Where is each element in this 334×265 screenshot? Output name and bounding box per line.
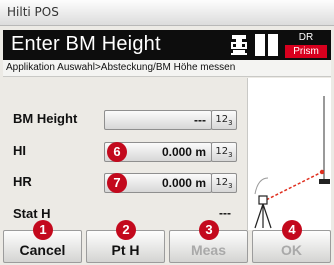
measure-line <box>261 171 323 203</box>
stat-h-label: Stat H <box>13 206 51 221</box>
measurement-graphic <box>247 78 331 230</box>
target-point <box>319 169 325 175</box>
screen-header: Enter BM Height DR Prism <box>3 30 331 60</box>
bm-height-label: BM Height <box>13 111 78 126</box>
callout-3: 3 <box>199 220 219 240</box>
tripod-leg-left <box>254 203 264 229</box>
stat-h-value: --- <box>219 206 231 220</box>
title-bar: Hilti POS <box>0 0 334 26</box>
mode-badge: DR Prism <box>285 32 327 58</box>
mode-prism-label: Prism <box>285 45 327 58</box>
mode-dr-label: DR <box>298 32 314 43</box>
tripod-leg-right <box>262 203 272 229</box>
callout-4: 4 <box>282 220 302 240</box>
callout-6: 6 <box>107 142 127 162</box>
callout-1: 1 <box>33 220 53 240</box>
app-name: Hilti POS <box>7 5 59 19</box>
pt-h-button[interactable]: 2 Pt H <box>86 220 165 263</box>
ok-button[interactable]: 4 OK <box>252 220 331 263</box>
pt-h-button-label: Pt H <box>111 242 140 258</box>
page-title: Enter BM Height <box>11 33 161 55</box>
cancel-button-label: Cancel <box>19 242 66 258</box>
hr-label: HR <box>13 174 32 189</box>
meas-button-label: Meas <box>190 242 227 258</box>
bm-height-field[interactable]: --- <box>104 110 212 130</box>
hi-value: 0.000 m <box>161 145 206 159</box>
hi-arc <box>254 177 269 195</box>
hi-keyboard-button[interactable]: 123 <box>211 142 237 162</box>
hr-keyboard-button[interactable]: 123 <box>211 173 237 193</box>
rod-base <box>319 179 330 184</box>
bm-height-value: --- <box>194 113 206 127</box>
bm-height-keyboard-button[interactable]: 123 <box>211 110 237 130</box>
device-screen: Hilti POS Enter BM Height DR Prism Appli… <box>0 0 334 265</box>
callout-7: 7 <box>107 173 127 193</box>
total-station-robot-icon <box>231 35 247 55</box>
instrument-diagram <box>254 96 330 229</box>
meas-button[interactable]: 3 Meas <box>169 220 248 263</box>
callout-2: 2 <box>116 220 136 240</box>
cancel-button[interactable]: 1 Cancel <box>3 220 82 263</box>
softkey-bar: 1 Cancel 2 Pt H 3 Meas 4 OK <box>3 220 331 263</box>
hi-label: HI <box>13 143 26 158</box>
ok-button-label: OK <box>281 242 302 258</box>
prism-bars-icon <box>255 34 279 56</box>
instrument-head <box>258 195 268 205</box>
input-panel: BM Height 5 --- 123 HI 0.000 m 6 123 HR … <box>3 78 247 230</box>
breadcrumb: Applikation Auswahl>Absteckung/BM Höhe m… <box>3 60 331 77</box>
hr-value: 0.000 m <box>161 176 206 190</box>
